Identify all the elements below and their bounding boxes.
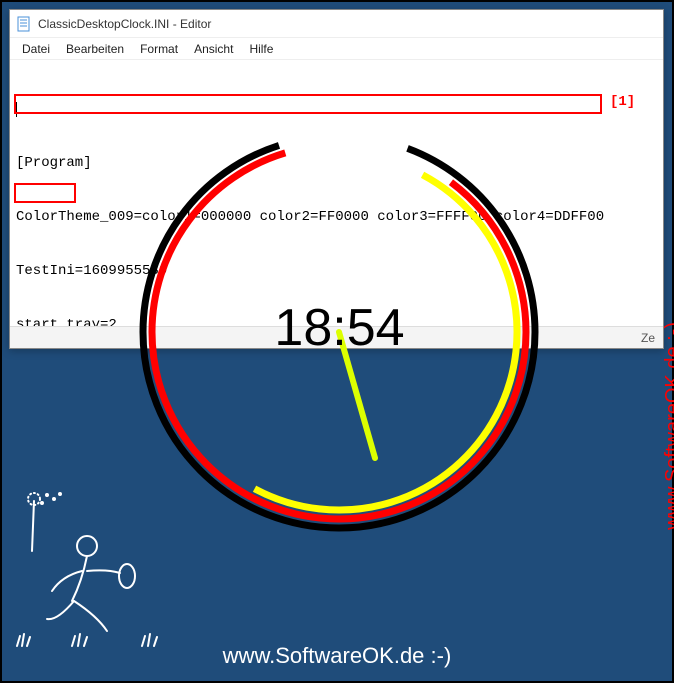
window-title: ClassicDesktopClock.INI - Editor [38,17,211,31]
notepad-window: ClassicDesktopClock.INI - Editor Datei B… [9,9,664,349]
menubar: Datei Bearbeiten Format Ansicht Hilfe [10,38,663,60]
doodle-figure [12,491,192,651]
menu-format[interactable]: Format [134,40,184,58]
editor-line: TestIni=1609955539 [16,262,657,280]
statusbar-text: Ze [641,331,655,345]
editor-line: [Program] [16,154,657,172]
editor-line: ColorTheme_009=color1=000000 color2=FF00… [16,208,657,226]
menu-edit[interactable]: Bearbeiten [60,40,130,58]
menu-file[interactable]: Datei [16,40,56,58]
menu-help[interactable]: Hilfe [243,40,279,58]
window-titlebar[interactable]: ClassicDesktopClock.INI - Editor [10,10,663,38]
watermark-side: www.SoftwareOK.de :-) [662,322,674,530]
editor-textarea[interactable]: [Program] ColorTheme_009=color1=000000 c… [10,60,663,326]
notepad-icon [16,16,32,32]
annotation-1: [1] [610,94,635,110]
statusbar: Ze [10,326,663,348]
menu-view[interactable]: Ansicht [188,40,239,58]
editor-line: start_tray=2 [16,316,657,326]
text-cursor [16,102,17,117]
watermark-bottom: www.SoftwareOK.de :-) [2,643,672,669]
